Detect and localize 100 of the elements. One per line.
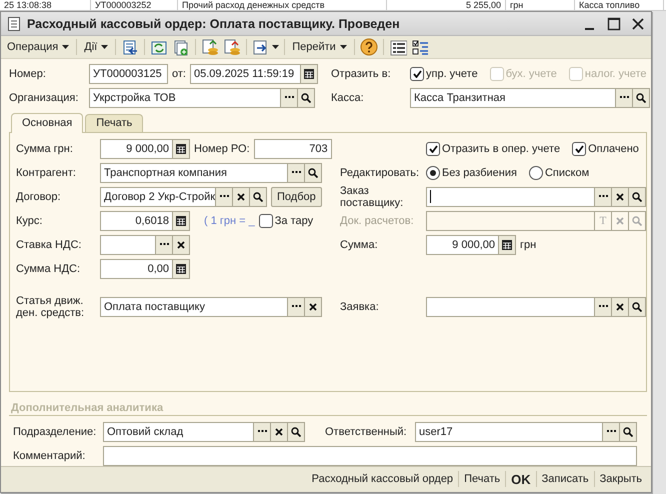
ellipsis-icon (258, 430, 266, 434)
ellipsis-icon (292, 305, 300, 308)
ellipsis-icon (292, 171, 300, 174)
field-label: Отразить в: (331, 68, 392, 80)
field-label: Контрагент: (16, 166, 77, 179)
calculator-button[interactable] (173, 258, 190, 279)
maximize-icon[interactable] (607, 16, 621, 31)
search-icon (291, 426, 301, 437)
radio-button[interactable] (426, 166, 440, 180)
caret-icon (272, 45, 280, 50)
field-label: Номер: (9, 68, 47, 80)
checkbox[interactable] (426, 142, 440, 156)
calendar-icon (304, 68, 314, 79)
tab[interactable]: Печать (85, 114, 144, 132)
footer-button[interactable]: OK (506, 472, 536, 487)
footer-button[interactable]: Записать (536, 473, 594, 486)
checkbox-label: За тару (274, 214, 314, 227)
close-icon[interactable] (631, 16, 645, 31)
input-field[interactable]: 9 000,00 (426, 234, 499, 255)
select-button[interactable] (254, 422, 271, 442)
select-button[interactable] (288, 296, 305, 317)
list-cell: Касса топливо (575, 0, 664, 10)
input-field[interactable] (100, 234, 156, 255)
input-field[interactable] (426, 186, 595, 207)
ellipsis-icon (598, 305, 608, 308)
field-label: Док. расчетов: (340, 214, 415, 227)
checkbox[interactable] (258, 214, 273, 228)
input-field[interactable]: 0,00 (100, 258, 173, 279)
input-field[interactable]: 05.09.2025 11:59:19 (190, 64, 301, 84)
input-field[interactable]: Оптовий склад (103, 422, 254, 442)
select-button[interactable] (595, 186, 612, 207)
menu-button[interactable]: Перейти (288, 37, 351, 58)
open-button[interactable] (620, 422, 637, 442)
field-label: Редактировать: (340, 166, 420, 179)
radio-button[interactable] (528, 166, 543, 180)
input-field[interactable]: 9 000,00 (100, 138, 173, 159)
footer-button[interactable]: Закрыть (594, 473, 647, 486)
input-field[interactable]: Касса Транзитная (410, 88, 616, 108)
input-field[interactable]: user17 (415, 422, 603, 442)
calendar-button[interactable] (300, 64, 318, 84)
check-icon (412, 70, 422, 78)
field-label: Сумма НДС: (16, 262, 82, 275)
list-cell: 5 255,00 (387, 0, 506, 10)
field-label: Сумма грн: (16, 142, 74, 155)
open-button[interactable] (629, 186, 646, 207)
clear-button[interactable] (612, 296, 629, 317)
radio-label: Без разбиения (442, 166, 517, 179)
list-cell: УТ000003252 (91, 0, 178, 10)
select-button[interactable] (156, 234, 173, 255)
select-button[interactable] (616, 88, 633, 108)
input-field[interactable] (103, 446, 637, 466)
toolbar-button[interactable] (358, 37, 380, 58)
field-label: Номер РО: (194, 142, 250, 155)
clear-button[interactable] (271, 422, 288, 442)
document-icon (7, 16, 21, 32)
field-label: от: (172, 68, 186, 80)
clear-button[interactable] (305, 296, 322, 317)
checkbox[interactable] (410, 66, 424, 81)
open-button[interactable] (298, 88, 315, 108)
select-button[interactable] (216, 186, 233, 207)
search-icon (253, 192, 263, 202)
pick-button[interactable]: Подбор (271, 186, 322, 207)
document-arrow-icon (121, 38, 140, 56)
input-field[interactable]: Оплата поставщику (100, 296, 288, 317)
input-field[interactable]: УТ000003125 (89, 64, 168, 84)
checkbox[interactable] (572, 142, 586, 156)
select-button[interactable] (281, 88, 298, 108)
open-button[interactable] (633, 88, 650, 108)
menu-button[interactable]: Операция (3, 37, 74, 58)
select-button[interactable] (288, 162, 305, 183)
menu-button[interactable]: Дії (80, 37, 112, 58)
clear-button[interactable] (173, 234, 190, 255)
calculator-button[interactable] (173, 138, 190, 159)
calculator-button[interactable] (499, 234, 516, 255)
field-label: Ставка НДС: (16, 238, 82, 251)
footer-button[interactable]: Расходный кассовый ордер (306, 473, 458, 486)
tab[interactable]: Основная (11, 112, 84, 133)
clear-button[interactable] (612, 186, 629, 207)
input-field[interactable]: 703 (254, 138, 332, 159)
input-field[interactable] (426, 296, 595, 317)
ellipsis-icon (620, 96, 628, 100)
input-field[interactable]: 0,6018 (100, 210, 173, 231)
open-button[interactable] (305, 162, 322, 183)
input-field[interactable]: Транспортная компания (100, 162, 288, 183)
ellipsis-icon (284, 96, 294, 100)
footer-button[interactable]: Печать (459, 473, 506, 486)
input-field[interactable]: Укрстройка ТОВ (89, 88, 281, 108)
field-label: Комментарий: (13, 450, 86, 462)
ellipsis-icon (598, 195, 608, 198)
calculator-button[interactable] (173, 210, 190, 231)
open-button[interactable] (629, 296, 646, 317)
open-button[interactable] (250, 186, 267, 207)
select-button[interactable] (603, 422, 620, 442)
rate-link[interactable]: ( 1 грн = _ (204, 214, 255, 227)
select-button[interactable] (595, 296, 612, 317)
caret-icon (101, 45, 108, 50)
document-coins-icon (201, 38, 220, 56)
input-field[interactable]: Договор 2 Укр-Стройк (100, 186, 216, 207)
clear-button[interactable] (233, 186, 250, 207)
open-button[interactable] (288, 422, 305, 442)
